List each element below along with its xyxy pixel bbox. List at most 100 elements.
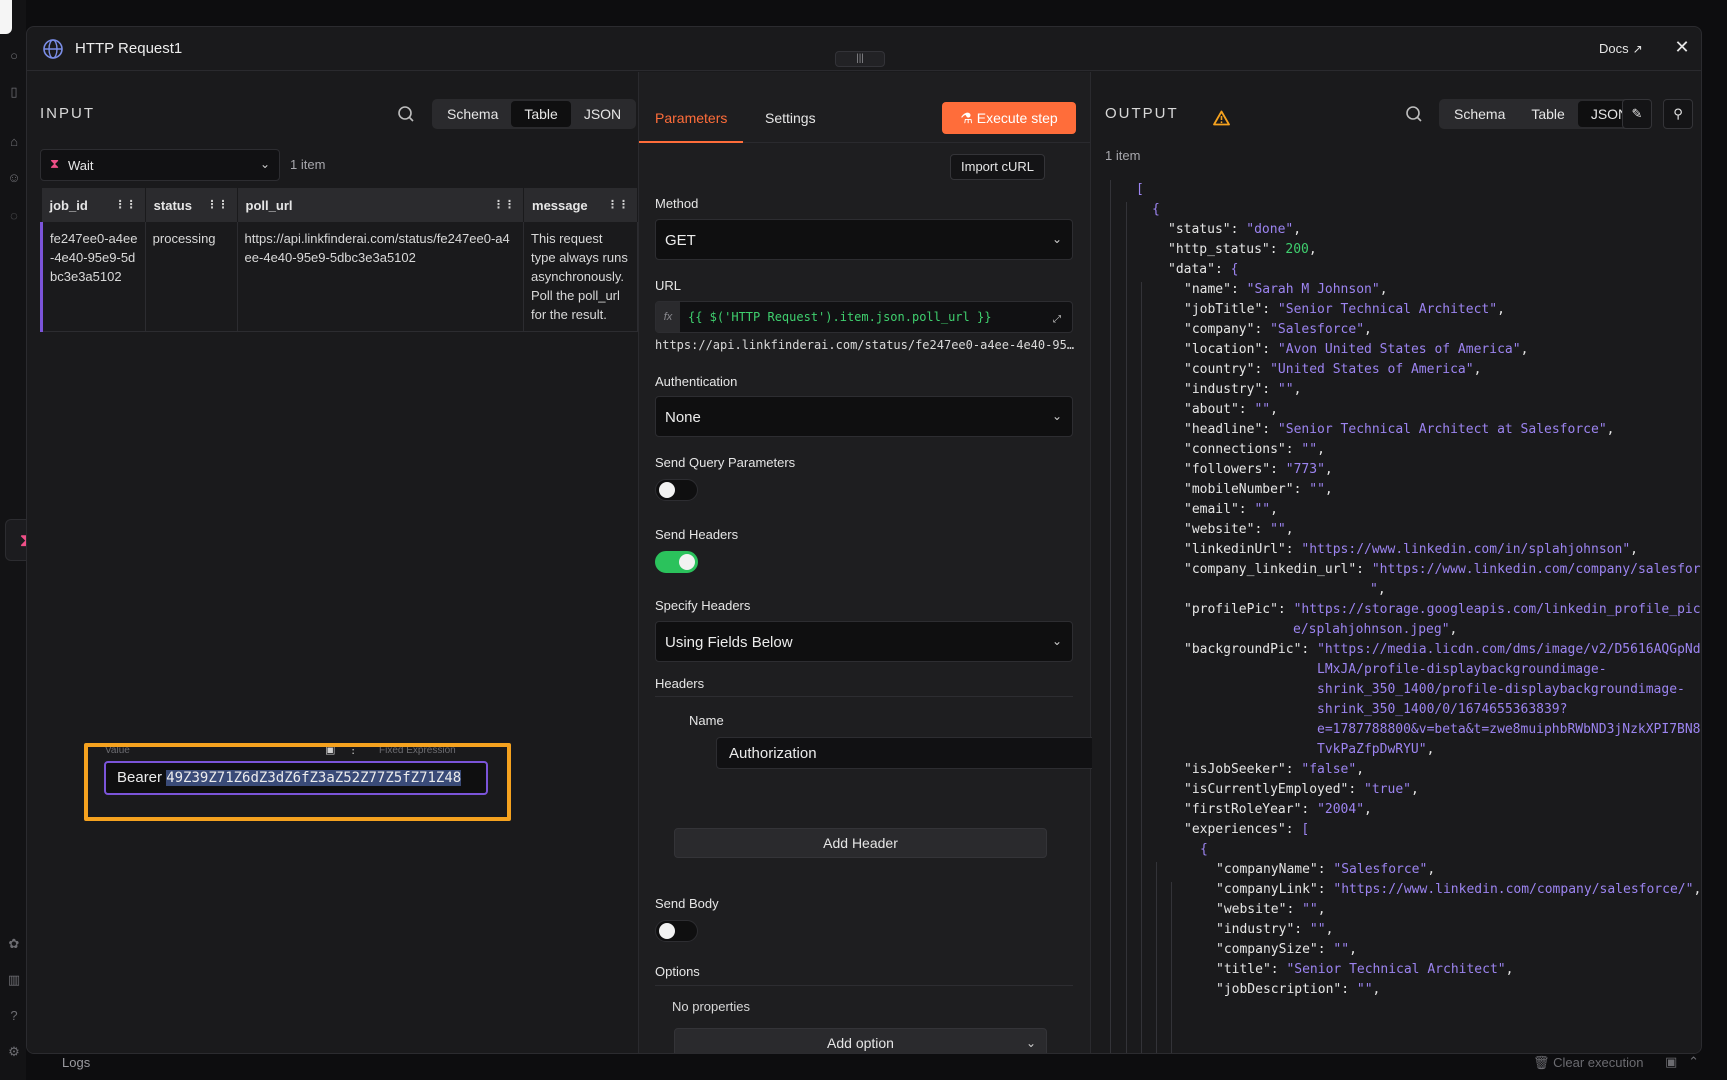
add-option-button[interactable]: Add option ⌄ [674,1028,1047,1053]
column-header-message[interactable]: message ⋮⋮ [523,188,638,222]
input-tab-table[interactable]: Table [511,101,571,127]
json-line: "connections": "", [1184,442,1325,457]
toggle-knob [679,554,695,570]
headers-label: Headers [655,676,705,691]
chevron-down-icon: ⌄ [1025,1036,1036,1050]
pin-icon[interactable]: ⚲ [1663,99,1693,129]
json-line: "status": "done", [1168,222,1302,237]
settings-icon[interactable]: ⚙ [6,1044,22,1060]
json-line: "isJobSeeker": "false", [1184,762,1365,777]
method-select[interactable]: GET ⌄ [655,219,1073,260]
input-node-select[interactable]: ⧗ Wait ⌄ [40,149,280,181]
send-query-toggle[interactable] [655,479,698,501]
header-name-input[interactable]: Authorization [716,737,1098,769]
cell-status[interactable]: processing [145,222,238,332]
execute-step-button[interactable]: ⚗ Execute step [942,102,1076,134]
drag-grip-icon[interactable]: ⋮⋮ [493,198,515,211]
docs-link[interactable]: Docs ↗ [1599,41,1643,56]
specify-headers-label: Specify Headers [655,598,751,613]
specify-headers-select[interactable]: Using Fields Below ⌄ [655,621,1073,662]
json-line: "headline": "Senior Technical Architect … [1184,422,1615,437]
json-line: "email": "", [1184,502,1278,517]
json-line: "company": "Salesforce", [1184,322,1372,337]
json-line: "company_linkedin_url": "https://www.lin… [1184,562,1702,577]
output-tab-table[interactable]: Table [1518,101,1577,127]
tab-parameters[interactable]: Parameters [655,110,727,126]
json-line: "http_status": 200, [1168,242,1317,257]
node-modal: HTTP Request1 ||| Docs ↗ ✕ INPUT Schema T… [26,26,1702,1054]
search-icon[interactable] [1405,105,1423,123]
cell-message[interactable]: This request type always runs asynchrono… [523,222,638,332]
send-headers-toggle[interactable] [655,551,698,573]
json-line: "title": "Senior Technical Architect", [1216,962,1514,977]
logs-label[interactable]: Logs [62,1055,90,1070]
url-label: URL [655,278,682,293]
json-line: "name": "Sarah M Johnson", [1184,282,1388,297]
send-body-toggle[interactable] [655,920,698,942]
indent-guide [1156,862,1157,1053]
json-line: "followers": "773", [1184,462,1333,477]
input-panel: INPUT Schema Table JSON ⧗ Wait ⌄ 1 item … [27,72,639,1053]
external-link-icon: ↗ [1632,42,1643,56]
add-header-button[interactable]: Add Header [674,828,1047,858]
edit-icon[interactable]: ✎ [1622,99,1652,129]
indent-guide [1126,202,1127,1053]
cell-job-id[interactable]: fe247ee0-a4ee-4e40-95e9-5dbc3e3a5102 [40,222,146,332]
output-tab-schema[interactable]: Schema [1441,101,1518,127]
column-header-job-id[interactable]: job_id ⋮⋮ [41,188,146,222]
insights-icon[interactable]: ▥ [6,972,22,988]
input-heading: INPUT [40,105,95,122]
user-icon[interactable]: ☺ [6,170,22,186]
json-viewer: [ { "status": "done", "http_status": 200… [1092,180,1702,1053]
json-line: TvkPaZfpDwRYU", [1317,742,1435,757]
drag-handle[interactable]: ||| [835,51,885,67]
json-line: "website": "", [1216,902,1326,917]
close-icon[interactable]: ✕ [1672,37,1692,58]
hourglass-icon: ⧗ [50,156,60,171]
home-icon[interactable]: ⌂ [6,134,22,150]
globe-icon [43,39,63,59]
tab-settings[interactable]: Settings [765,110,816,126]
method-value: GET [665,232,696,249]
warning-icon [1213,110,1230,126]
input-tab-schema[interactable]: Schema [434,101,511,127]
panel-icon[interactable]: ▯ [6,84,22,100]
output-panel: OUTPUT Schema Table JSON ✎ ⚲ 1 item [ { … [1092,72,1702,1053]
add-node-button[interactable] [0,0,12,34]
header-value-input[interactable]: Bearer 49Z39Z71Z6dZ3dZ6fZ3aZ52Z77Z5fZ71Z… [104,761,488,795]
input-tab-json[interactable]: JSON [571,101,634,127]
column-header-status[interactable]: status ⋮⋮ [145,188,238,222]
column-header-poll-url[interactable]: poll_url ⋮⋮ [237,188,525,222]
url-expression-input[interactable]: fx {{ $('HTTP Request').item.json.poll_u… [655,301,1073,333]
drag-grip-icon[interactable]: ⋮⋮ [607,198,629,211]
authentication-label: Authentication [655,374,738,389]
authentication-value: None [665,409,701,426]
toggle-knob [659,482,675,498]
templates-icon[interactable]: ✿ [6,936,22,952]
json-line: "firstRoleYear": "2004", [1184,802,1372,817]
expand-icon[interactable]: ⤢ [1048,314,1066,330]
json-line: shrink_350_1400/0/1674655363839? [1317,702,1568,717]
search-icon[interactable]: ○ [6,48,22,64]
logs-toolbar-icons[interactable]: ▣ ⌃ [1665,1054,1699,1070]
options-divider [655,985,1073,986]
json-line: "website": "", [1184,522,1294,537]
search-icon[interactable] [397,105,415,123]
add-option-label: Add option [827,1035,894,1051]
cell-poll-url[interactable]: https://api.linkfinderai.com/status/fe24… [237,222,525,332]
json-line: { [1152,202,1160,217]
json-line: LMxJA/profile-displaybackgroundimage- [1317,662,1607,677]
clear-execution-button[interactable]: 🗑 Clear execution [1533,1055,1643,1071]
url-preview: https://api.linkfinderai.com/status/fe24… [655,338,1075,352]
help-icon[interactable]: ? [6,1008,22,1024]
drag-grip-icon[interactable]: ⋮⋮ [115,198,137,211]
logs-bar [26,1050,1727,1080]
execute-step-label: Execute step [976,110,1058,126]
authentication-select[interactable]: None ⌄ [655,396,1073,437]
import-curl-button[interactable]: Import cURL [950,154,1045,180]
drag-grip-icon[interactable]: ⋮⋮ [207,198,229,211]
indent-guide [1141,282,1142,1053]
chat-icon[interactable]: ◌ [6,208,22,224]
flask-icon: ⚗ [960,110,973,126]
json-line: "isCurrentlyEmployed": "true", [1184,782,1419,797]
